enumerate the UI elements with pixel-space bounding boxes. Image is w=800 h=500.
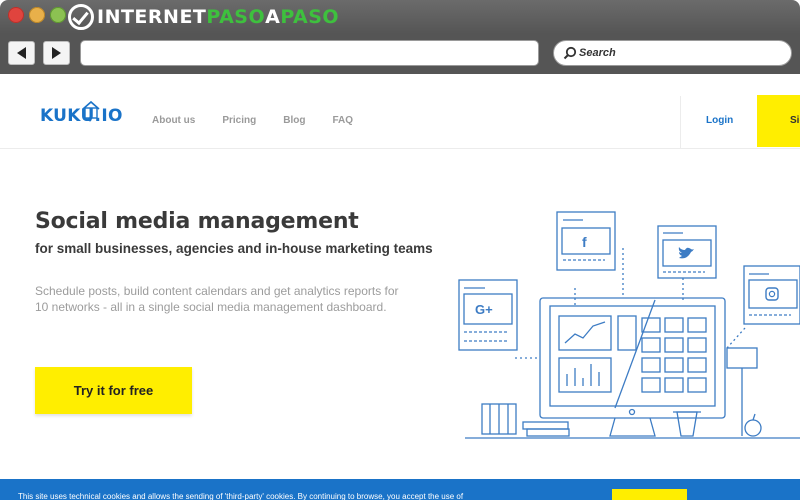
address-bar[interactable] xyxy=(80,40,539,66)
browser-titlebar: INTERNET PASO A PASO xyxy=(0,0,800,34)
site-header: KUKU.IO About us Pricing Blog FAQ Login … xyxy=(0,93,800,149)
checkmark-icon xyxy=(68,4,94,30)
search-placeholder: Search xyxy=(579,47,616,59)
dashboard-illustration: f G+ xyxy=(458,211,800,439)
kuku-logo[interactable]: KUKU.IO xyxy=(40,100,123,136)
brand-text-paso: PASO xyxy=(206,6,266,28)
google-plus-icon: G+ xyxy=(475,302,493,317)
cookie-text: This site uses technical cookies and all… xyxy=(18,492,464,500)
logo-text: KUKU.IO xyxy=(40,106,123,126)
browser-search-field[interactable]: Search xyxy=(553,40,792,66)
forward-arrow-icon xyxy=(52,47,61,59)
main-nav: About us Pricing Blog FAQ xyxy=(152,115,380,126)
back-button[interactable] xyxy=(8,41,35,65)
google-plus-card: G+ xyxy=(458,279,518,351)
try-free-button[interactable]: Try it for free xyxy=(35,367,192,414)
brand-text-paso-2: PASO xyxy=(280,6,340,28)
nav-about-us[interactable]: About us xyxy=(152,115,195,126)
hero-subtitle: for small businesses, agencies and in-ho… xyxy=(35,241,433,256)
close-window-button[interactable] xyxy=(8,7,24,23)
browser-toolbar: Search xyxy=(0,34,800,74)
signup-button[interactable]: Sig xyxy=(757,95,800,147)
cookie-banner: This site uses technical cookies and all… xyxy=(0,479,800,500)
maximize-window-button[interactable] xyxy=(50,7,66,23)
instagram-card xyxy=(743,265,800,325)
header-divider xyxy=(680,96,681,148)
watermark-logo: INTERNET PASO A PASO xyxy=(68,3,339,31)
nav-faq[interactable]: FAQ xyxy=(332,115,353,126)
hero-title: Social media management xyxy=(35,209,359,234)
hero-description: Schedule posts, build content calendars … xyxy=(35,284,399,314)
nav-pricing[interactable]: Pricing xyxy=(222,115,256,126)
twitter-card xyxy=(657,225,717,279)
back-arrow-icon xyxy=(17,47,26,59)
facebook-icon: f xyxy=(582,234,587,250)
minimize-window-button[interactable] xyxy=(29,7,45,23)
cookie-accept-button[interactable] xyxy=(612,489,687,500)
login-link[interactable]: Login xyxy=(706,115,733,126)
facebook-card: f xyxy=(556,211,616,271)
search-icon xyxy=(563,46,577,60)
nav-blog[interactable]: Blog xyxy=(283,115,305,126)
brand-text-internet: INTERNET xyxy=(97,6,207,28)
brand-text-a: A xyxy=(265,6,281,28)
forward-button[interactable] xyxy=(43,41,70,65)
